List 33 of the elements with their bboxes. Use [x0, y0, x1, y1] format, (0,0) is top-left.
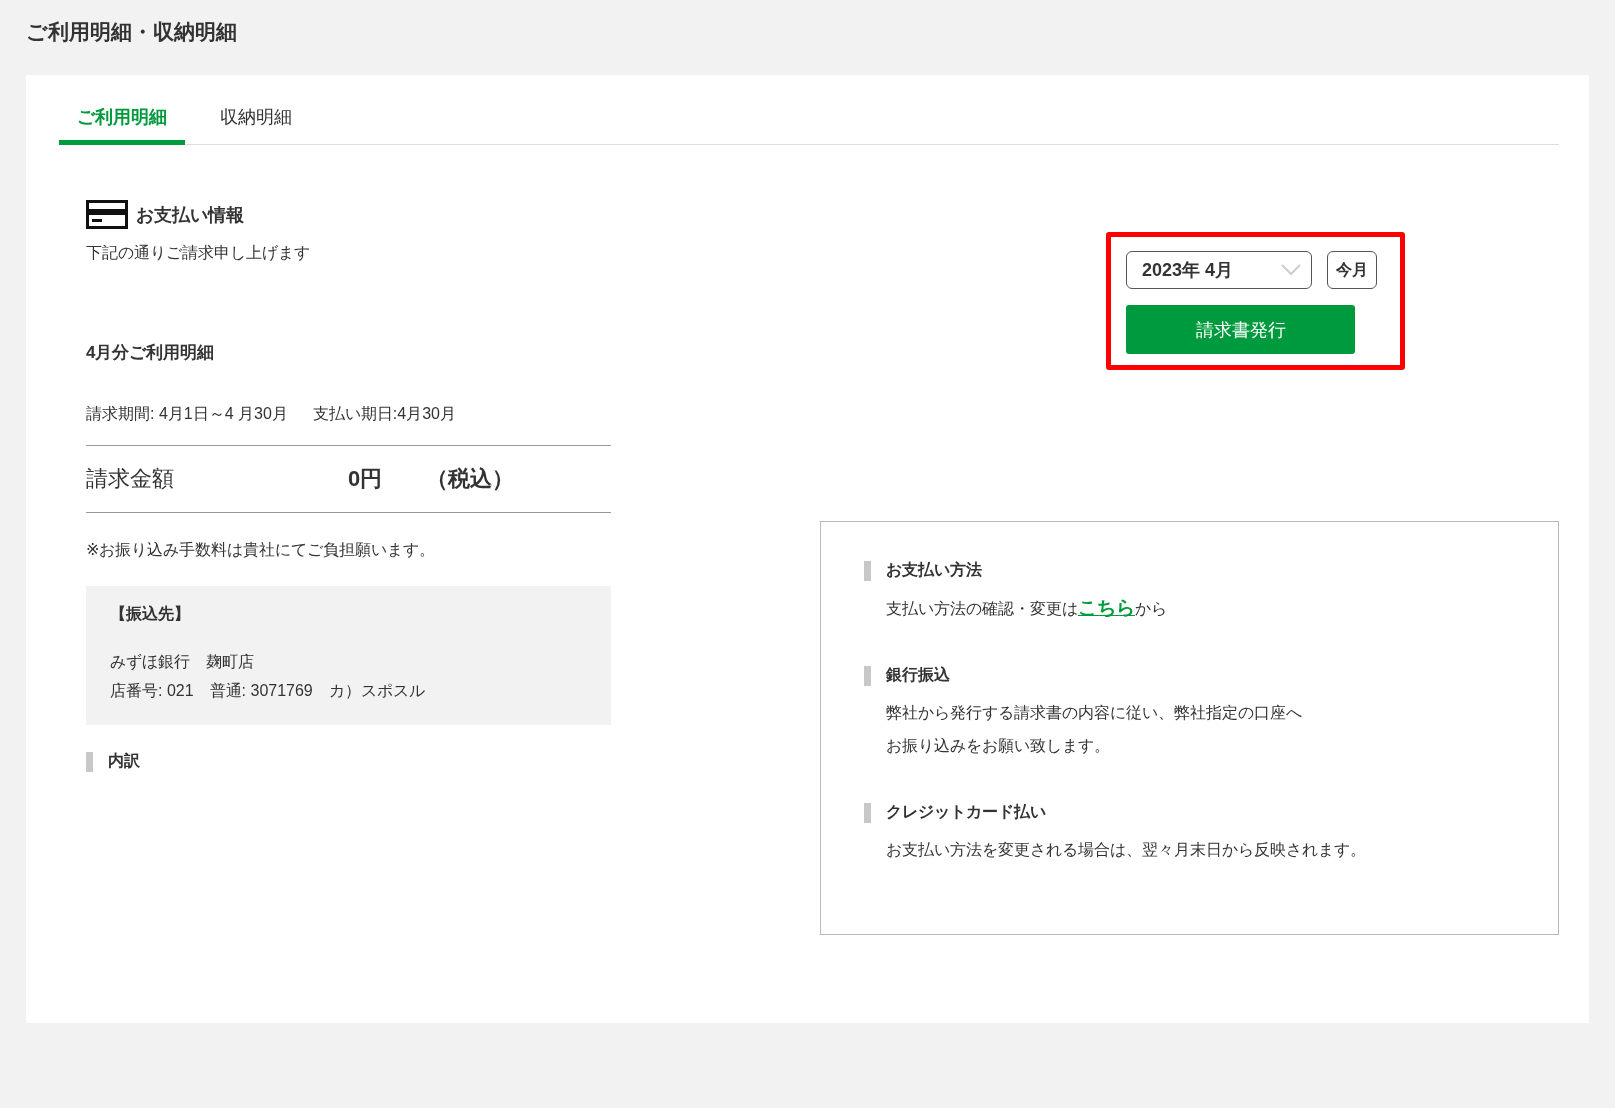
method-text: お支払い方法を変更される場合は、翌々月末日から反映されます。 — [886, 840, 1367, 860]
method-text: 支払い方法の確認・変更はこちらから — [886, 596, 1168, 620]
tab[interactable]: 収納明細 — [202, 95, 310, 145]
heading-bar — [864, 560, 871, 581]
due-date: 支払い期日:4月30月 — [312, 404, 456, 424]
breakdown-title: 内訳 — [108, 751, 140, 771]
fee-note: ※お振り込み手数料は貴社にてご負担願います。 — [86, 540, 436, 560]
here-link[interactable]: こちら — [1078, 597, 1135, 618]
this-month-button[interactable]: 今月 — [1327, 251, 1377, 289]
heading-bar — [86, 751, 93, 772]
info-text: 下記の通りご請求申し上げます — [86, 243, 310, 263]
section-title: 銀行振込 — [886, 665, 950, 685]
section-title: クレジットカード払い — [886, 802, 1046, 822]
method-text: お振り込みをお願い致します。 — [886, 736, 1111, 756]
tab[interactable]: ご利用明細 — [59, 95, 185, 145]
tax-note: （税込） — [426, 465, 514, 493]
page-title: ご利用明細・収納明細 — [26, 19, 237, 45]
bank-account-text: 店番号: 021 普通: 3071769 カ）スポスル — [110, 681, 426, 701]
method-text: 弊社から発行する請求書の内容に従い、弊社指定の口座へ — [886, 703, 1303, 723]
heading-bar — [864, 802, 871, 823]
issue-invoice-button[interactable]: 請求書発行 — [1126, 305, 1355, 354]
amount-value: 0円 — [348, 465, 384, 493]
month-select[interactable]: 2023年 4月 — [1126, 251, 1312, 289]
chevron-down-icon — [1281, 264, 1301, 276]
billing-period: 請求期間: 4月1日～4 月30月 — [86, 404, 288, 424]
transfer-title: 【振込先】 — [110, 604, 190, 624]
section-title: お支払い情報 — [136, 203, 244, 227]
statement-title: 4月分ご利用明細 — [86, 342, 215, 364]
credit-card-icon — [86, 200, 128, 229]
heading-bar — [864, 665, 871, 686]
amount-label: 請求金額 — [86, 465, 175, 493]
section-title: お支払い方法 — [886, 560, 982, 580]
bank-account-text: みずほ銀行 麹町店 — [110, 652, 255, 672]
